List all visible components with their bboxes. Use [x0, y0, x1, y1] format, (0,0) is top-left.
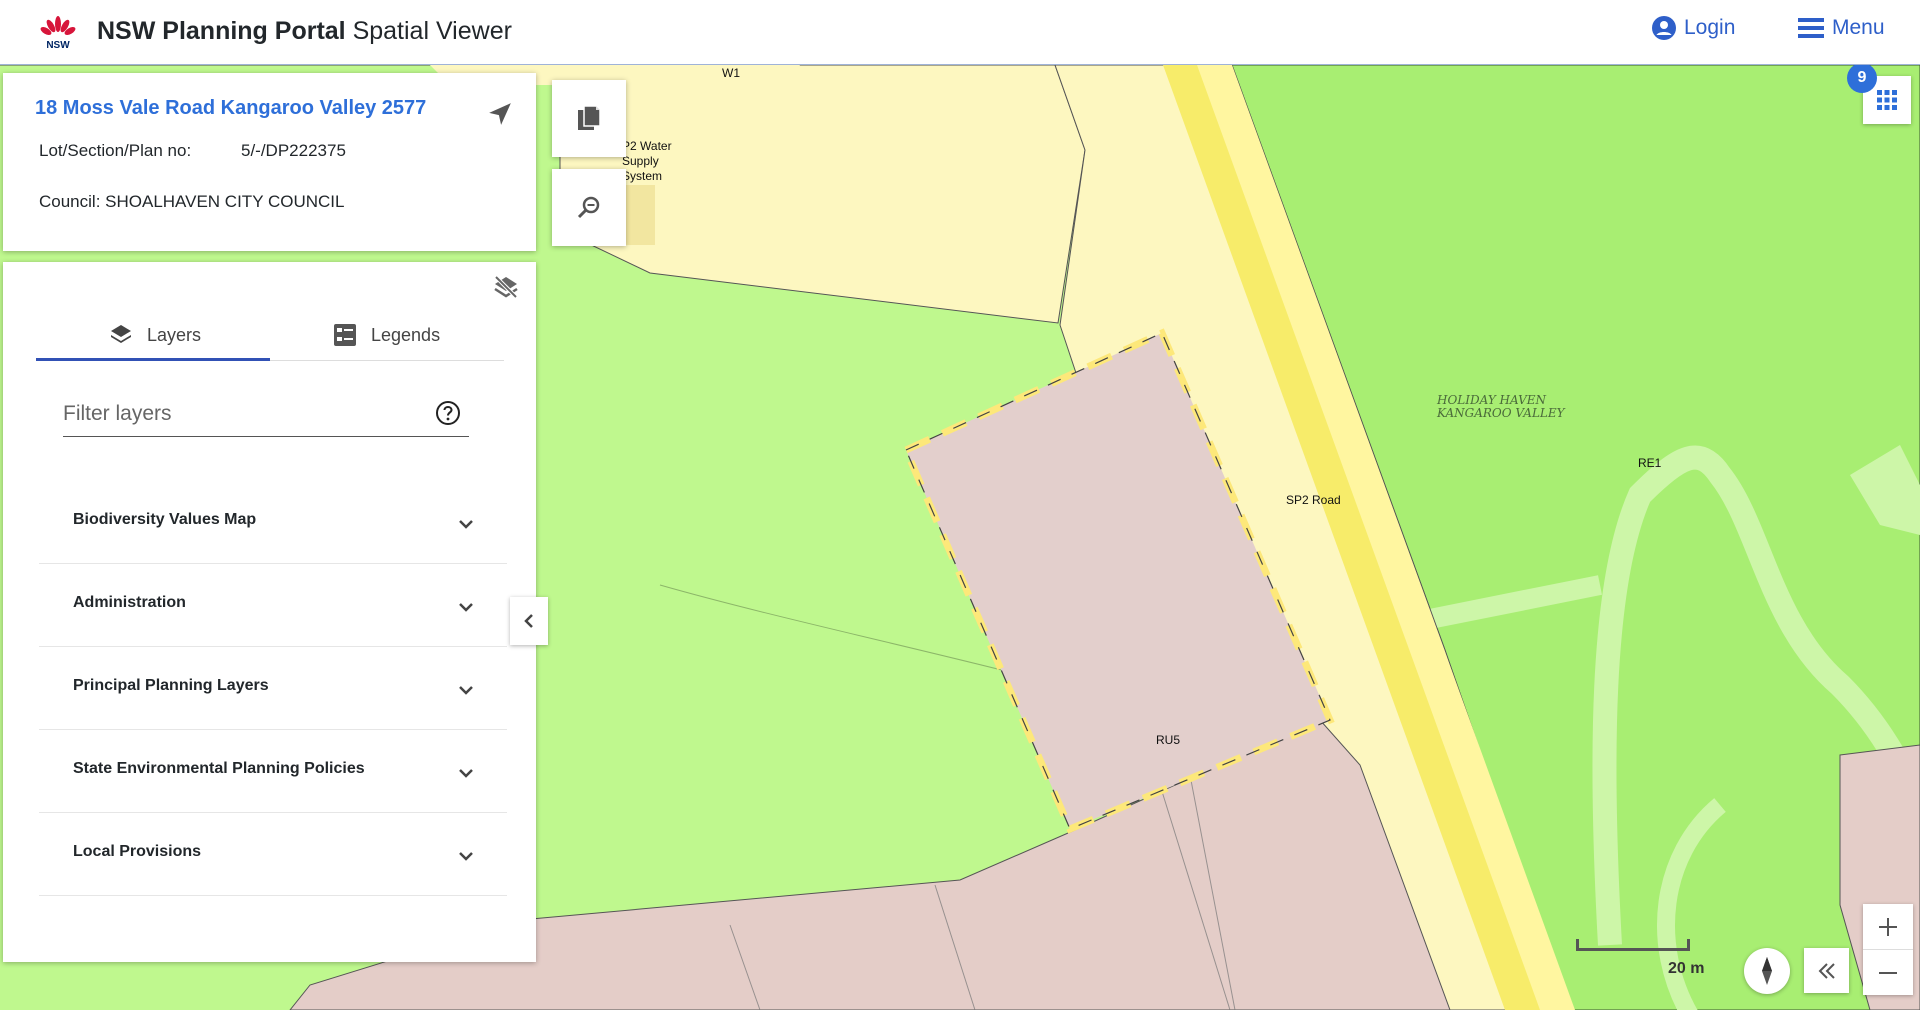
council-name: Council: SHOALHAVEN CITY COUNCIL	[39, 192, 345, 211]
layer-group-principal-planning[interactable]: Principal Planning Layers	[39, 647, 507, 730]
minus-icon	[1879, 971, 1897, 974]
zoom-search-button[interactable]	[552, 169, 626, 246]
navigate-icon[interactable]	[487, 101, 513, 132]
svg-text:NSW: NSW	[46, 40, 70, 51]
active-tab-indicator	[36, 358, 270, 361]
lot-label: Lot/Section/Plan no:	[39, 141, 192, 160]
layer-group-local-provisions[interactable]: Local Provisions	[39, 813, 507, 896]
filter-layers-input[interactable]	[63, 396, 403, 432]
app-header: NSW NSW Planning Portal Spatial Viewer L…	[0, 0, 1920, 65]
filter-layers	[63, 396, 469, 437]
layer-group-biodiversity[interactable]: Biodiversity Values Map	[39, 481, 507, 564]
hamburger-icon	[1798, 18, 1824, 38]
copy-icon	[578, 104, 601, 130]
tab-legends[interactable]: Legends	[333, 312, 440, 358]
login-button[interactable]: Login	[1652, 16, 1735, 40]
compass-icon	[1762, 957, 1772, 985]
chevron-down-icon	[459, 852, 473, 861]
help-icon[interactable]	[435, 400, 461, 431]
legend-icon	[334, 324, 356, 346]
zoom-in-button[interactable]	[1863, 904, 1913, 950]
scale-label: 20 m	[1668, 960, 1705, 977]
collapse-panel-button[interactable]	[510, 597, 548, 645]
user-icon	[1652, 16, 1676, 40]
lot-value: 5/-/DP222375	[241, 141, 346, 160]
copy-button[interactable]	[552, 80, 626, 157]
property-address[interactable]: 18 Moss Vale Road Kangaroo Valley 2577	[35, 97, 426, 120]
layer-group-label: Local Provisions	[73, 843, 202, 860]
compass-button[interactable]	[1744, 948, 1790, 994]
map-label-w1: W1	[722, 66, 740, 80]
nsw-logo[interactable]: NSW	[38, 14, 78, 52]
zoom-out-search-icon	[577, 196, 600, 218]
map-label-sp2-road: SP2 Road	[1286, 493, 1341, 507]
chevron-down-icon	[459, 520, 473, 529]
chevron-left-icon	[524, 614, 533, 628]
map-label-re1: RE1	[1638, 456, 1662, 470]
double-chevron-left-icon	[1818, 962, 1835, 979]
app-title: NSW Planning Portal Spatial Viewer	[97, 17, 512, 45]
layers-icon	[111, 325, 131, 343]
layers-panel: Layers Legends Biodiversity Values Map A…	[3, 262, 536, 962]
layer-group-administration[interactable]: Administration	[39, 564, 507, 647]
layer-group-sepp[interactable]: State Environmental Planning Policies	[39, 730, 507, 813]
chevron-down-icon	[459, 686, 473, 695]
menu-button[interactable]: Menu	[1798, 16, 1885, 40]
zoom-out-button[interactable]	[1863, 950, 1913, 995]
plus-icon	[1879, 917, 1897, 936]
map-label-holiday-haven: HOLIDAY HAVEN KANGAROO VALLEY	[1437, 393, 1565, 420]
layer-count-badge: 9	[1847, 63, 1877, 93]
tab-layers[interactable]: Layers	[109, 312, 201, 358]
expand-tools-button[interactable]	[1804, 948, 1849, 993]
zoom-controls	[1863, 904, 1913, 995]
layer-group-label: Administration	[73, 594, 186, 611]
property-info-card: 18 Moss Vale Road Kangaroo Valley 2577 L…	[3, 73, 536, 251]
scale-bar	[1576, 939, 1690, 951]
chevron-down-icon	[459, 769, 473, 778]
layer-group-label: State Environmental Planning Policies	[73, 760, 365, 777]
map-label-ru5: RU5	[1156, 733, 1181, 747]
chevron-down-icon	[459, 603, 473, 612]
map-label-sp2-water: P2 Water Supply System	[622, 139, 672, 183]
layer-group-label: Principal Planning Layers	[73, 677, 269, 694]
hide-layers-icon[interactable]	[493, 274, 519, 305]
layer-group-label: Biodiversity Values Map	[73, 511, 257, 528]
grid-icon	[1877, 90, 1897, 110]
